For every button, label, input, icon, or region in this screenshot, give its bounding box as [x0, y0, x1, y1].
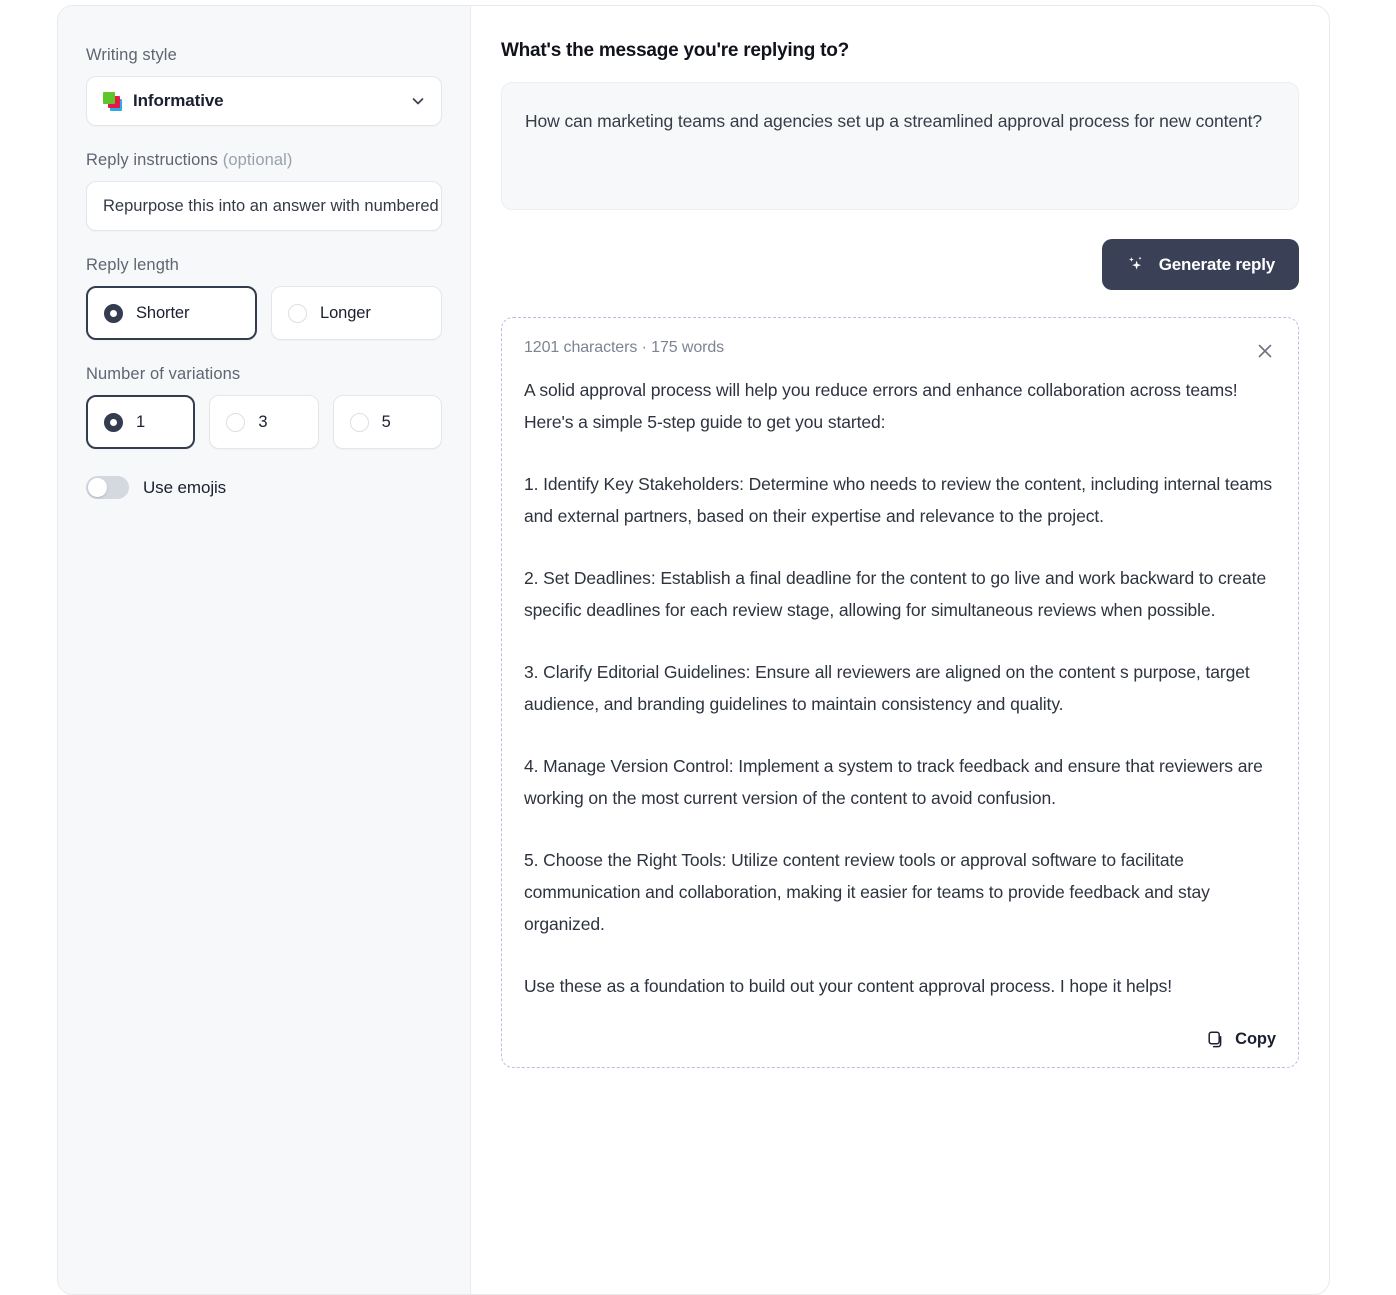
variations-group: 1 3 5 [86, 395, 442, 449]
generated-reply-text: A solid approval process will help you r… [524, 374, 1276, 1002]
writing-style-label: Writing style [86, 46, 177, 64]
generate-action-row: Generate reply [501, 239, 1299, 290]
chevron-down-icon [411, 94, 425, 108]
reply-paragraph: 2. Set Deadlines: Establish a final dead… [524, 568, 1267, 620]
copy-row: Copy [524, 1030, 1276, 1049]
writing-style-value: Informative [133, 91, 224, 110]
result-header: 1201 characters · 175 words [524, 339, 1276, 362]
reply-instructions-input[interactable]: Repurpose this into an answer with numbe… [86, 181, 442, 231]
variations-label: Number of variations [86, 365, 241, 383]
writing-style-select[interactable]: Informative [86, 76, 442, 126]
reply-paragraph: Use these as a foundation to build out y… [524, 976, 1173, 996]
copy-icon [1207, 1030, 1226, 1049]
close-icon[interactable] [1254, 340, 1276, 362]
radio-icon [226, 412, 246, 432]
layers-stack-icon [103, 91, 122, 111]
radio-icon [288, 303, 307, 323]
page-title: What's the message you're replying to? [501, 40, 849, 61]
copy-label: Copy [1235, 1030, 1276, 1048]
reply-generator-card: Writing style Informative Reply instruct… [57, 5, 1330, 1295]
settings-sidebar: Writing style Informative Reply instruct… [58, 6, 471, 1294]
reply-length-label: Reply length [86, 256, 179, 274]
source-message-text: How can marketing teams and agencies set… [525, 111, 1263, 131]
reply-paragraph: 3. Clarify Editorial Guidelines: Ensure … [524, 662, 1250, 714]
result-meta: 1201 characters · 175 words [524, 339, 725, 356]
source-message-box[interactable]: How can marketing teams and agencies set… [501, 82, 1299, 210]
reply-instructions-label: Reply instructions (optional) [86, 151, 293, 169]
main-panel: What's the message you're replying to? H… [471, 6, 1329, 1294]
reply-paragraph: A solid approval process will help you r… [524, 380, 1238, 432]
radio-icon [349, 412, 369, 432]
radio-icon [104, 303, 123, 323]
reply-paragraph: 5. Choose the Right Tools: Utilize conte… [524, 850, 1210, 934]
reply-paragraph: 1. Identify Key Stakeholders: Determine … [524, 474, 1273, 526]
variations-option-1[interactable]: 1 [86, 395, 196, 449]
use-emojis-toggle[interactable] [86, 476, 129, 499]
reply-length-option-shorter[interactable]: Shorter [86, 286, 257, 340]
generate-reply-button[interactable]: Generate reply [1101, 239, 1299, 290]
radio-icon [104, 412, 123, 432]
generated-reply-card: 1201 characters · 175 words A solid appr… [501, 317, 1299, 1068]
reply-length-option-longer[interactable]: Longer [271, 286, 442, 340]
use-emojis-label: Use emojis [143, 477, 227, 497]
generate-reply-label: Generate reply [1158, 254, 1275, 274]
variations-option-5[interactable]: 5 [332, 395, 442, 449]
optional-hint: (optional) [222, 151, 293, 169]
reply-paragraph: 4. Manage Version Control: Implement a s… [524, 756, 1263, 808]
sparkles-icon [1126, 254, 1147, 275]
reply-instructions-value: Repurpose this into an answer with numbe… [103, 196, 441, 215]
reply-length-group: Shorter Longer [86, 286, 442, 340]
variations-option-3[interactable]: 3 [209, 395, 319, 449]
use-emojis-row: Use emojis [86, 476, 442, 499]
copy-button[interactable]: Copy [1207, 1030, 1276, 1049]
toggle-knob [88, 478, 107, 497]
